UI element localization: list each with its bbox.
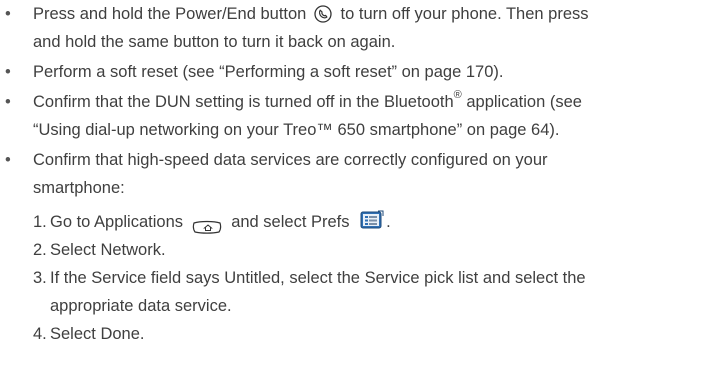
step-4-text: Select Done.: [50, 325, 145, 343]
bullet-high-speed-data: Confirm that high-speed data services ar…: [0, 146, 719, 348]
step-number: 2.: [33, 241, 47, 259]
bullet-3-text-b: application (see: [461, 93, 582, 111]
bullet-4-text-line1: Confirm that high-speed data services ar…: [33, 151, 548, 169]
step-item: 3. If the Service field says Untitled, s…: [33, 264, 719, 320]
manual-page: Press and hold the Power/End button to t…: [0, 0, 719, 368]
step-item: 2. Select Network.: [33, 236, 719, 264]
bullet-soft-reset: Perform a soft reset (see “Performing a …: [0, 58, 719, 86]
applications-icon: [192, 215, 222, 234]
step-number: 3.: [33, 269, 47, 287]
step-1-text-a: Go to Applications: [50, 213, 183, 231]
step-number: 4.: [33, 325, 47, 343]
configuration-steps: 1. Go to Applications and select Prefs .…: [33, 208, 719, 348]
bullet-power-cycle: Press and hold the Power/End button to t…: [0, 0, 719, 56]
bullet-3-text-a: Confirm that the DUN setting is turned o…: [33, 93, 454, 111]
prefs-icon: [360, 210, 384, 230]
bullet-1-text-a: Press and hold the Power/End button: [33, 5, 307, 23]
bullet-1-text-b: to turn off your phone. Then press: [340, 5, 589, 23]
step-item: 1. Go to Applications and select Prefs .: [33, 208, 719, 236]
step-3-text-line1: If the Service field says Untitled, sele…: [50, 269, 586, 287]
step-number: 1.: [33, 213, 47, 231]
step-1-text-c: .: [386, 213, 391, 231]
bullet-2-text: Perform a soft reset (see “Performing a …: [33, 63, 504, 81]
bullet-dun-setting: Confirm that the DUN setting is turned o…: [0, 88, 719, 144]
step-1-text-b: and select Prefs: [231, 213, 350, 231]
step-item: 4. Select Done.: [33, 320, 719, 348]
bullet-1-text-line2: and hold the same button to turn it back…: [33, 33, 396, 51]
registered-mark: ®: [453, 89, 462, 101]
bullet-3-text-line2: “Using dial-up networking on your Treo™ …: [33, 121, 560, 139]
troubleshooting-list: Press and hold the Power/End button to t…: [0, 0, 719, 350]
bullet-4-text-line2: smartphone:: [33, 179, 125, 197]
step-2-text: Select Network.: [50, 241, 166, 259]
step-3-text-line2: appropriate data service.: [50, 297, 232, 315]
power-end-icon: [314, 4, 332, 23]
